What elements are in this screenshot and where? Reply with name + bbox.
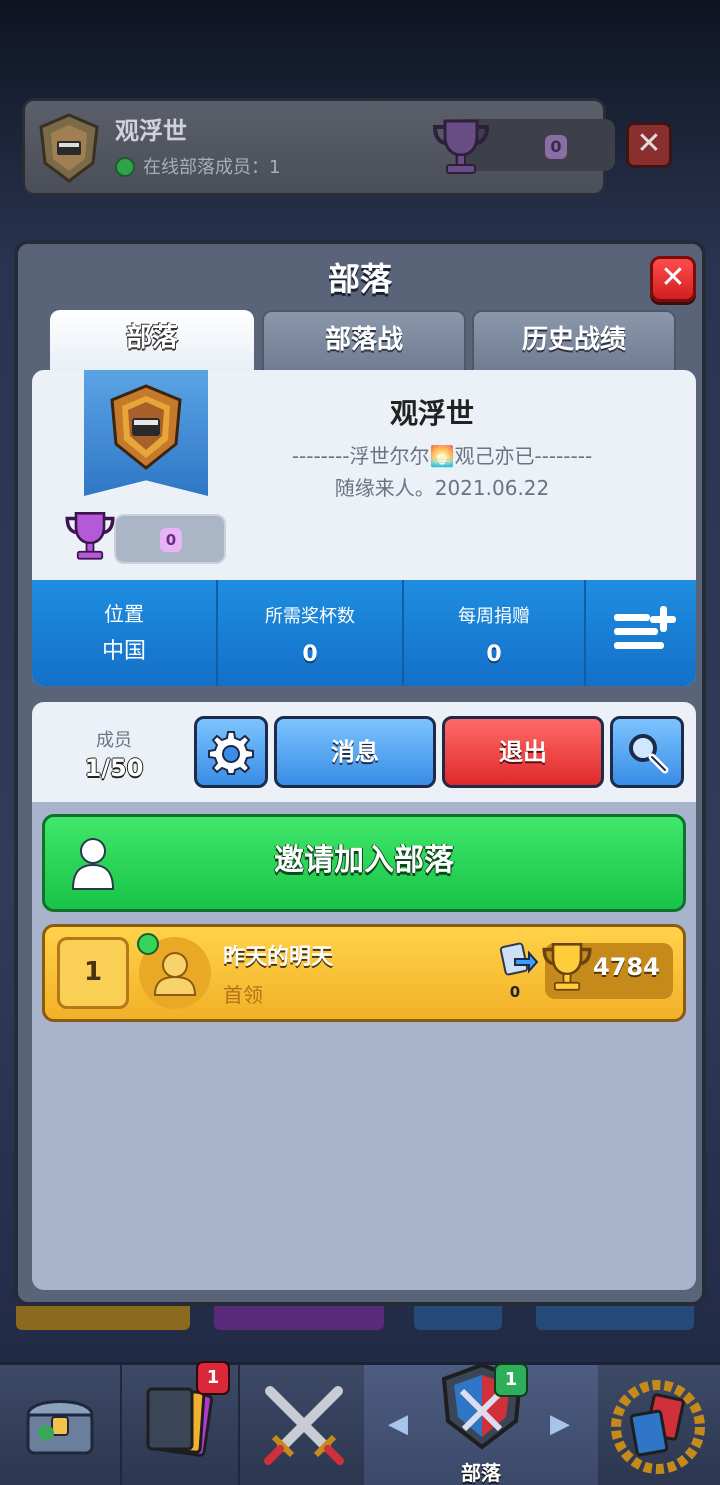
nav-cards[interactable]: 1	[122, 1361, 238, 1485]
stat-required-trophies: 所需奖杯数 0	[218, 580, 402, 686]
dimmed-strip	[536, 1306, 694, 1330]
top-trophy-value: 0	[545, 135, 567, 159]
member-name: 昨天的明天	[223, 945, 334, 970]
stat-weekly-donations: 每周捐赠 0	[404, 580, 584, 686]
dimmed-strip	[16, 1306, 190, 1330]
member-row[interactable]: 1 昨天的明天 首领 0 4784	[42, 924, 686, 1022]
clan-info-card: 0 观浮世 --------浮世尔尔🌅观己亦已-------- 随缘来人。202…	[32, 370, 696, 686]
tab-clan[interactable]: 部落	[50, 310, 254, 372]
clan-name: 观浮世	[389, 397, 474, 430]
clan-badge-icon	[39, 113, 99, 183]
nav-battle[interactable]	[240, 1365, 364, 1485]
required-trophies-value: 0	[302, 642, 318, 667]
stat-location: 位置 中国	[32, 580, 216, 686]
member-list: 邀请加入部落 1 昨天的明天 首领 0 4784	[32, 802, 696, 1290]
tab-history[interactable]: 历史战绩	[472, 310, 676, 372]
online-members-text: 在线部落成员：1	[143, 157, 281, 178]
members-count: 1/50	[84, 754, 144, 782]
members-bar: 成员 1/50 消息 退出	[32, 702, 696, 802]
gear-icon	[208, 731, 254, 775]
stat-divider	[584, 580, 586, 686]
dimmed-strip	[214, 1306, 384, 1330]
invite-label: 邀请加入部落	[274, 843, 454, 878]
member-trophies: 4784	[593, 953, 660, 981]
member-donations: 0	[509, 983, 521, 1001]
nav-events[interactable]	[600, 1365, 720, 1485]
donation-cards-icon	[499, 942, 539, 976]
search-button[interactable]	[610, 716, 684, 788]
member-rank: 1	[57, 937, 129, 1009]
chevron-right-icon[interactable]: ▶	[550, 1409, 570, 1439]
gold-trophy-icon	[542, 942, 592, 991]
clan-stats-bar: 位置 中国 所需奖杯数 0 每周捐赠 0	[32, 580, 696, 686]
nav-shop[interactable]	[0, 1365, 120, 1485]
tab-clan-war[interactable]: 部落战	[262, 310, 466, 372]
clan-trophy-value: 0	[160, 528, 182, 552]
crossed-swords-icon	[264, 1386, 344, 1465]
bottom-nav: 1 ◀ 1 ▶ 部落	[0, 1361, 720, 1485]
members-label: 成员	[96, 730, 132, 751]
chest-icon	[26, 1400, 94, 1455]
chevron-left-icon[interactable]: ◀	[388, 1409, 408, 1439]
clan-panel: 部落 ✕ 部落 部落战 历史战绩 0 观浮世 --------浮世尔尔🌅观己亦已…	[14, 240, 706, 1306]
purple-trophy-icon	[432, 119, 490, 174]
nav-active-label: 部落	[461, 1461, 501, 1485]
clan-description-line1: --------浮世尔尔🌅观己亦已--------	[291, 444, 593, 468]
weekly-donations-value: 0	[486, 642, 502, 667]
weekly-donations-label: 每周捐赠	[458, 606, 530, 627]
purple-trophy-icon	[65, 511, 115, 560]
location-label: 位置	[104, 602, 144, 626]
top-clan-name: 观浮世	[115, 117, 187, 145]
location-value: 中国	[101, 639, 146, 664]
panel-title: 部落	[327, 260, 392, 298]
clan-badge: 1	[494, 1363, 528, 1397]
menu-add-icon[interactable]	[610, 604, 676, 660]
message-button[interactable]: 消息	[274, 716, 436, 788]
member-role: 首领	[223, 983, 263, 1007]
dimmed-strip	[414, 1306, 502, 1330]
top-clan-header: 观浮世 在线部落成员：1 0	[22, 98, 615, 196]
clan-badge-icon	[110, 384, 182, 470]
required-trophies-label: 所需奖杯数	[265, 606, 355, 627]
settings-button[interactable]	[194, 716, 268, 788]
clan-description-line2: 随缘来人。2021.06.22	[334, 476, 550, 500]
top-close-icon: ✕	[626, 122, 672, 168]
close-button[interactable]: ✕	[650, 256, 696, 302]
search-icon	[629, 734, 669, 774]
online-indicator-icon	[137, 933, 159, 955]
exit-button[interactable]: 退出	[442, 716, 604, 788]
invite-button[interactable]: 邀请加入部落	[42, 814, 686, 912]
cards-badge: 1	[196, 1361, 230, 1395]
online-indicator-icon	[115, 157, 135, 177]
laurel-cards-icon	[611, 1380, 705, 1474]
